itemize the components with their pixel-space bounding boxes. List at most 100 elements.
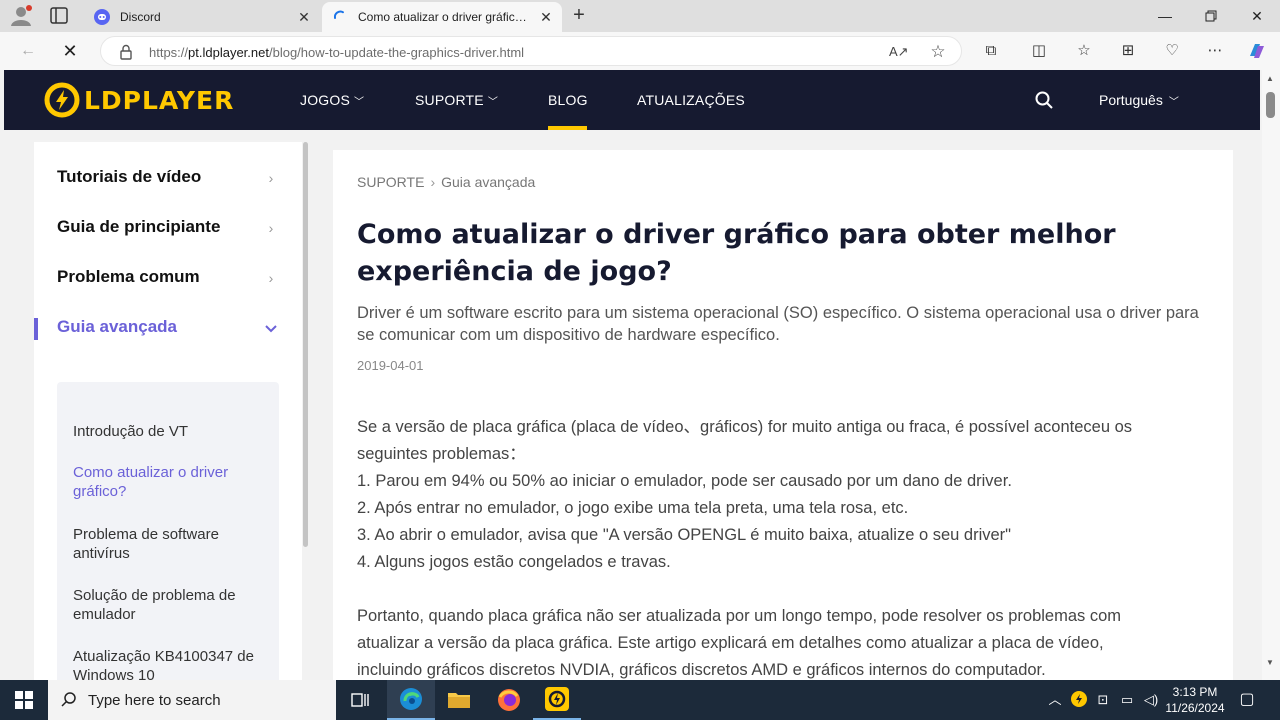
sidebar-item-guia-avancada[interactable]: Guia avançada xyxy=(57,317,177,337)
article-list-item: 3. Ao abrir o emulador, avisa que "A ver… xyxy=(357,526,1012,544)
stop-loading-button[interactable]: ✕ xyxy=(58,39,82,63)
url-scheme: https:// xyxy=(149,45,189,60)
close-icon[interactable]: ✕ xyxy=(296,9,312,25)
nav-active-indicator xyxy=(548,126,587,130)
discord-icon xyxy=(94,9,110,25)
browser-essentials-icon[interactable]: ♡ xyxy=(1161,40,1183,62)
lock-icon[interactable] xyxy=(119,44,133,60)
sidebar-item-problema-comum[interactable]: Problema comum xyxy=(57,267,200,287)
ldplayer-icon xyxy=(545,687,569,711)
back-button[interactable]: ← xyxy=(16,39,40,63)
nav-jogos-label: JOGOS xyxy=(300,92,351,108)
ldplayer-small-icon xyxy=(1071,691,1087,707)
scrollbar-thumb[interactable] xyxy=(1266,92,1275,118)
collections-icon[interactable]: ⊞ xyxy=(1117,40,1139,62)
profile-avatar-icon[interactable] xyxy=(8,4,34,28)
site-header: LDPLAYER JOGOS ﹀ SUPORTE ﹀ BLOG ATUALIZAÇÕ… xyxy=(4,70,1260,130)
search-placeholder: Type here to search xyxy=(88,692,221,709)
more-menu-icon[interactable]: ⋯ xyxy=(1204,40,1226,62)
restore-icon xyxy=(1205,10,1217,22)
article-summary: Driver é um software escrito para um sis… xyxy=(357,304,1199,344)
sub-item-kb4100347[interactable]: Atualização KB4100347 de Windows 10 xyxy=(73,647,263,680)
page-scrollbar[interactable]: ▲ ▼ xyxy=(1262,70,1280,680)
ldplayer-tray-icon[interactable] xyxy=(1070,691,1088,709)
sidebar-item-principiante[interactable]: Guia de principiante xyxy=(57,217,220,237)
tab-title: Como atualizar o driver gráfico para obt… xyxy=(358,10,528,24)
restore-button[interactable] xyxy=(1188,0,1234,32)
minimize-button[interactable]: — xyxy=(1142,0,1188,32)
favorites-icon[interactable]: ☆ xyxy=(1073,40,1095,62)
sub-item-atualizar-driver[interactable]: Como atualizar o driver gráfico? xyxy=(73,463,263,501)
taskbar-search-box[interactable]: Type here to search xyxy=(48,680,336,720)
breadcrumb-root[interactable]: SUPORTE xyxy=(357,174,424,190)
breadcrumb: SUPORTE › Guia avançada xyxy=(357,174,535,190)
volume-icon[interactable]: ◁) xyxy=(1142,691,1160,709)
url-text[interactable]: https://pt.ldplayer.net/blog/how-to-upda… xyxy=(149,45,524,60)
chevron-down-icon[interactable] xyxy=(264,322,278,336)
article-card: SUPORTE › Guia avançada Como atualizar o d… xyxy=(333,150,1233,680)
nav-blog[interactable]: BLOG xyxy=(548,92,588,108)
copilot-icon[interactable] xyxy=(1246,40,1268,62)
sidebar-scrollbar[interactable] xyxy=(303,142,308,547)
sub-item-antivirus[interactable]: Problema de software antivírus xyxy=(73,525,263,563)
extensions-icon[interactable]: ⧉ xyxy=(980,40,1002,62)
language-selector[interactable]: Português ﹀ xyxy=(1099,92,1179,108)
nav-suporte[interactable]: SUPORTE ﹀ xyxy=(415,92,498,108)
nav-atualizacoes[interactable]: ATUALIZAÇÕES xyxy=(637,92,745,108)
task-view-button[interactable] xyxy=(336,680,384,720)
notifications-icon[interactable]: ▢ xyxy=(1238,691,1256,709)
usb-device-icon[interactable]: ⊡ xyxy=(1094,691,1112,709)
chevron-right-icon: › xyxy=(430,174,436,190)
loading-spinner-icon xyxy=(333,10,344,19)
network-icon[interactable]: ▭ xyxy=(1118,691,1136,709)
system-clock[interactable]: 3:13 PM 11/26/2024 xyxy=(1160,684,1230,716)
sub-item-introducao-vt[interactable]: Introdução de VT xyxy=(73,422,263,441)
chevron-right-icon[interactable]: › xyxy=(264,271,278,285)
start-button[interactable] xyxy=(0,680,48,720)
chevron-up-icon[interactable]: ︿ xyxy=(1046,691,1064,709)
tab-discord[interactable]: Discord ✕ xyxy=(84,2,320,32)
url-path: /blog/how-to-update-the-graphics-driver.… xyxy=(268,45,525,60)
browser-toolbar: ← ✕ https://pt.ldplayer.net/blog/how-to-… xyxy=(0,32,1280,70)
search-icon[interactable] xyxy=(1034,90,1054,110)
article-title: Como atualizar o driver gráfico para obt… xyxy=(357,219,1116,287)
tab-actions-icon[interactable] xyxy=(48,6,72,26)
search-icon xyxy=(61,692,76,707)
article-list-item: 4. Alguns jogos estão congelados e trava… xyxy=(357,553,671,571)
windows-taskbar: Type here to search ︿ ⊡ ▭ ◁) 3:13 PM 11/… xyxy=(0,680,1280,720)
task-view-icon xyxy=(351,693,369,707)
article-date: 2019-04-01 xyxy=(357,358,424,373)
browser-tab-bar: Discord ✕ Como atualizar o driver gráfic… xyxy=(0,0,1280,32)
active-section-marker xyxy=(34,318,38,340)
article-paragraph: Portanto, quando placa gráfica não ser a… xyxy=(357,607,1122,679)
address-bar[interactable]: https://pt.ldplayer.net/blog/how-to-upda… xyxy=(100,36,962,66)
new-tab-button[interactable]: + xyxy=(566,5,592,27)
taskbar-ldplayer[interactable] xyxy=(533,680,581,720)
read-aloud-icon[interactable]: A↗ xyxy=(889,43,909,61)
split-screen-icon[interactable]: ◫ xyxy=(1028,40,1050,62)
sidebar-subpanel: Introdução de VT Como atualizar o driver… xyxy=(57,382,279,680)
close-icon[interactable]: ✕ xyxy=(538,9,554,25)
nav-blog-label: BLOG xyxy=(548,92,588,108)
clock-date: 11/26/2024 xyxy=(1165,701,1225,715)
sub-item-solucao-emulador[interactable]: Solução de problema de emulador xyxy=(73,586,263,624)
breadcrumb-current[interactable]: Guia avançada xyxy=(441,174,535,190)
taskbar-edge[interactable] xyxy=(387,680,435,720)
chevron-down-icon: ﹀ xyxy=(354,97,365,108)
article-paragraph: Se a versão de placa gráfica (placa de v… xyxy=(357,418,1133,463)
chevron-right-icon[interactable]: › xyxy=(264,171,278,185)
taskbar-firefox[interactable] xyxy=(485,680,533,720)
scroll-up-icon[interactable]: ▲ xyxy=(1266,74,1274,83)
logo-text: LDPLAYER xyxy=(84,85,235,115)
taskbar-file-explorer[interactable] xyxy=(435,680,483,720)
favorite-star-icon[interactable]: ☆ xyxy=(929,43,947,61)
scroll-down-icon[interactable]: ▼ xyxy=(1266,658,1274,667)
nav-jogos[interactable]: JOGOS ﹀ xyxy=(300,92,364,108)
sidebar-item-tutoriais[interactable]: Tutoriais de vídeo xyxy=(57,167,201,187)
chevron-down-icon: ﹀ xyxy=(487,97,499,108)
ldplayer-logo[interactable]: LDPLAYER xyxy=(44,82,234,118)
tab-ldplayer-article[interactable]: Como atualizar o driver gráfico para obt… xyxy=(322,2,562,32)
nav-suporte-label: SUPORTE xyxy=(415,92,484,108)
chevron-right-icon[interactable]: › xyxy=(264,221,278,235)
close-window-button[interactable]: ✕ xyxy=(1234,0,1280,32)
